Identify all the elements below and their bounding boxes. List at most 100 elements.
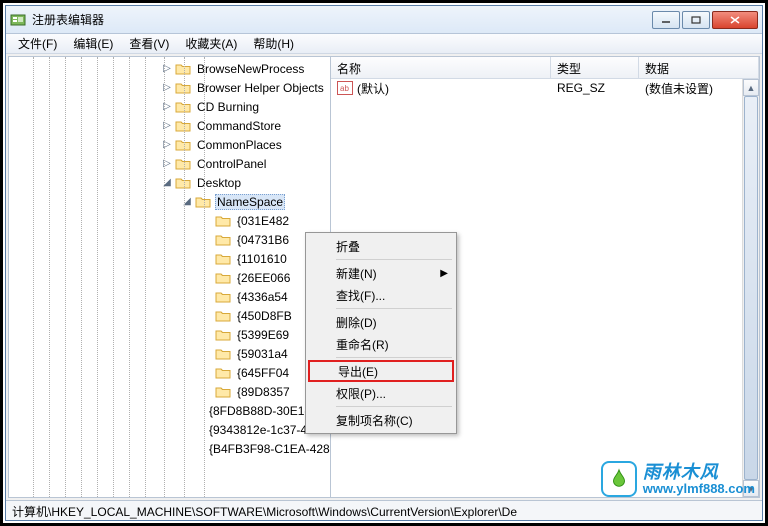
context-menu-label: 权限(P)... <box>336 385 386 402</box>
menu-separator <box>336 308 452 309</box>
context-menu-item[interactable]: 复制项名称(C) <box>308 409 454 431</box>
expand-icon[interactable]: ▷ <box>161 158 173 170</box>
tree-node[interactable]: ▷ CommandStore <box>11 116 330 135</box>
watermark-logo-icon <box>601 461 637 497</box>
scroll-thumb[interactable] <box>744 96 758 480</box>
expand-icon[interactable]: ▷ <box>161 82 173 94</box>
context-menu-label: 删除(D) <box>336 314 377 331</box>
maximize-button[interactable] <box>682 11 710 29</box>
tree-label[interactable]: CommandStore <box>195 119 283 133</box>
tree-label[interactable]: {450D8FB <box>235 309 294 323</box>
value-data: (数值未设置) <box>639 80 759 97</box>
tree-node[interactable]: {9343812e-1c37-4a49-a <box>11 420 330 439</box>
context-menu-item[interactable]: 折叠 <box>308 235 454 257</box>
string-value-icon: ab <box>337 81 353 95</box>
titlebar[interactable]: 注册表编辑器 <box>6 6 762 34</box>
window-title: 注册表编辑器 <box>32 11 652 28</box>
minimize-button[interactable] <box>652 11 680 29</box>
close-button[interactable] <box>712 11 758 29</box>
collapse-icon[interactable]: ◢ <box>161 177 173 189</box>
tree-node[interactable]: {04731B6 <box>11 230 330 249</box>
expand-icon[interactable]: ▷ <box>161 101 173 113</box>
tree-node[interactable]: ◢ Desktop <box>11 173 330 192</box>
context-menu-label: 复制项名称(C) <box>336 412 413 429</box>
list-row[interactable]: ab (默认) REG_SZ(数值未设置) <box>331 79 759 97</box>
column-header[interactable]: 数据 <box>639 57 759 78</box>
tree-label[interactable]: {5399E69 <box>235 328 291 342</box>
tree-label[interactable]: {26EE066 <box>235 271 292 285</box>
tree-label[interactable]: {59031a4 <box>235 347 290 361</box>
tree-node[interactable]: ◢ NameSpace <box>11 192 330 211</box>
expand-icon[interactable]: ▷ <box>161 63 173 75</box>
value-type: REG_SZ <box>551 81 639 95</box>
tree-label[interactable]: CD Burning <box>195 100 261 114</box>
menu-item-2[interactable]: 查看(V) <box>121 33 177 54</box>
tree-label[interactable]: NameSpace <box>215 194 285 210</box>
context-menu-label: 折叠 <box>336 238 360 255</box>
tree-label[interactable]: BrowseNewProcess <box>195 62 306 76</box>
tree-node[interactable]: ▷ BrowseNewProcess <box>11 59 330 78</box>
tree-label[interactable]: CommonPlaces <box>195 138 284 152</box>
tree-node[interactable]: {89D8357 <box>11 382 330 401</box>
menu-item-1[interactable]: 编辑(E) <box>65 33 121 54</box>
tree-label[interactable]: {04731B6 <box>235 233 291 247</box>
value-name: (默认) <box>357 80 389 97</box>
tree-node[interactable]: {031E482 <box>11 211 330 230</box>
tree-label[interactable]: {B4FB3F98-C1EA-428d-A <box>207 442 331 456</box>
context-menu: 折叠新建(N) ▶ 查找(F)... 删除(D) 重命名(R) 导出(E) 权限(P)...… <box>305 232 457 434</box>
collapse-icon[interactable]: ◢ <box>181 196 193 208</box>
tree-node[interactable]: {26EE066 <box>11 268 330 287</box>
submenu-arrow-icon: ▶ <box>440 268 448 279</box>
menu-item-3[interactable]: 收藏夹(A) <box>177 33 245 54</box>
column-header[interactable]: 名称 <box>331 57 551 78</box>
tree-node[interactable]: {645FF04 <box>11 363 330 382</box>
expand-icon[interactable]: ▷ <box>161 139 173 151</box>
tree-node[interactable]: {4336a54 <box>11 287 330 306</box>
context-menu-item[interactable]: 导出(E) <box>308 360 454 382</box>
tree-label[interactable]: {89D8357 <box>235 385 292 399</box>
watermark-url: www.ylmf888.com <box>643 482 755 496</box>
menu-item-4[interactable]: 帮助(H) <box>245 33 302 54</box>
tree-label[interactable]: {1101610 <box>235 252 289 266</box>
context-menu-item[interactable]: 查找(F)... <box>308 284 454 306</box>
tree-node[interactable]: {8FD8B88D-30E1-4F25-A <box>11 401 330 420</box>
menu-item-0[interactable]: 文件(F) <box>10 33 65 54</box>
watermark-text-cn: 雨林木风 <box>643 463 755 482</box>
context-menu-item[interactable]: 重命名(R) <box>308 333 454 355</box>
context-menu-item[interactable]: 新建(N) ▶ <box>308 262 454 284</box>
context-menu-label: 查找(F)... <box>336 287 385 304</box>
tree-label[interactable]: {031E482 <box>235 214 291 228</box>
context-menu-label: 重命名(R) <box>336 336 389 353</box>
tree-label[interactable]: Desktop <box>195 176 243 190</box>
tree-node[interactable]: ▷ CD Burning <box>11 97 330 116</box>
context-menu-item[interactable]: 权限(P)... <box>308 382 454 404</box>
context-menu-item[interactable]: 删除(D) <box>308 311 454 333</box>
menubar: 文件(F)编辑(E)查看(V)收藏夹(A)帮助(H) <box>6 34 762 54</box>
tree-node[interactable]: ▷ ControlPanel <box>11 154 330 173</box>
expand-icon[interactable]: ▷ <box>161 120 173 132</box>
list-scrollbar[interactable]: ▲ ▼ <box>742 79 759 497</box>
tree-label[interactable]: ControlPanel <box>195 157 268 171</box>
tree-node[interactable]: {450D8FB <box>11 306 330 325</box>
menu-separator <box>336 357 452 358</box>
watermark: 雨林木风 www.ylmf888.com <box>601 461 755 497</box>
tree-node[interactable]: ▷ CommonPlaces <box>11 135 330 154</box>
tree-label[interactable]: {645FF04 <box>235 366 291 380</box>
tree-node[interactable]: {1101610 <box>11 249 330 268</box>
tree-label[interactable]: Browser Helper Objects <box>195 81 326 95</box>
svg-text:ab: ab <box>340 84 349 93</box>
tree-node[interactable]: {5399E69 <box>11 325 330 344</box>
column-header[interactable]: 类型 <box>551 57 639 78</box>
app-icon <box>10 12 26 28</box>
menu-separator <box>336 259 452 260</box>
context-menu-label: 新建(N) <box>336 265 377 282</box>
menu-separator <box>336 406 452 407</box>
tree-label[interactable]: {4336a54 <box>235 290 290 304</box>
tree-pane[interactable]: ▷ BrowseNewProcess ▷ Browser Helper Objects… <box>9 57 331 497</box>
tree-node[interactable]: {59031a4 <box>11 344 330 363</box>
list-header: 名称类型数据 <box>331 57 759 79</box>
context-menu-label: 导出(E) <box>338 363 378 380</box>
scroll-up-button[interactable]: ▲ <box>743 79 759 96</box>
tree-node[interactable]: {B4FB3F98-C1EA-428d-A <box>11 439 330 458</box>
tree-node[interactable]: ▷ Browser Helper Objects <box>11 78 330 97</box>
